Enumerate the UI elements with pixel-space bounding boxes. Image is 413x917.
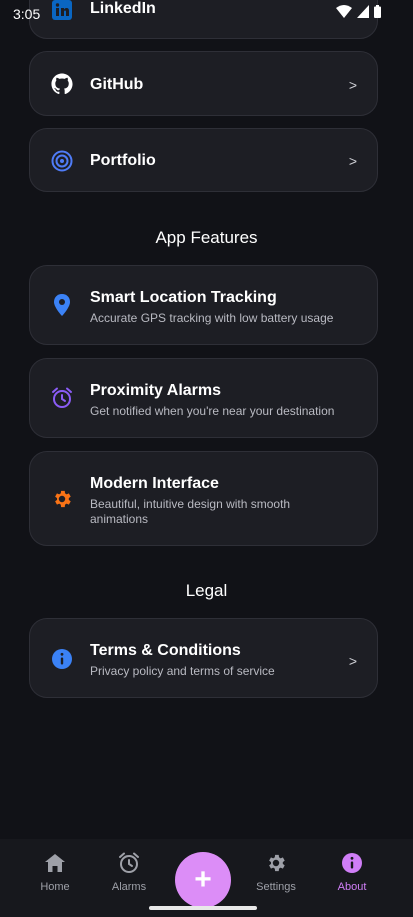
status-time: 3:05 [13, 6, 41, 22]
feature-card-location[interactable]: Smart Location Tracking Accurate GPS tra… [29, 265, 378, 345]
target-icon [51, 150, 73, 172]
chevron-right-icon: > [348, 77, 357, 93]
feature-title: Smart Location Tracking [90, 289, 277, 306]
gear-icon [51, 488, 73, 510]
link-card-portfolio[interactable]: Portfolio > [29, 128, 378, 192]
nav-item-settings[interactable]: Settings [246, 851, 306, 893]
nav-label: Home [40, 881, 70, 893]
status-bar: 3:05 [0, 0, 413, 28]
nav-label: About [337, 881, 367, 893]
legal-subtitle: Privacy policy and terms of service [90, 664, 275, 678]
nav-label: Settings [256, 881, 296, 893]
feature-subtitle: Accurate GPS tracking with low battery u… [90, 311, 334, 325]
nav-item-about[interactable]: About [322, 851, 382, 893]
feature-card-alarms[interactable]: Proximity Alarms Get notified when you'r… [29, 358, 378, 438]
home-indicator[interactable] [149, 906, 257, 910]
info-icon [51, 648, 73, 670]
status-icons [336, 5, 381, 23]
nav-item-alarms[interactable]: Alarms [99, 851, 159, 893]
feature-title: Modern Interface [90, 475, 219, 492]
legal-card-terms[interactable]: Terms & Conditions Privacy policy and te… [29, 618, 378, 698]
wifi-icon [336, 5, 352, 23]
feature-subtitle: Get notified when you're near your desti… [90, 404, 335, 418]
nav-label: Alarms [111, 881, 147, 893]
add-alarm-button[interactable]: + [175, 852, 231, 908]
github-icon [51, 73, 73, 95]
alarm-clock-icon [51, 387, 73, 409]
location-pin-icon [51, 294, 73, 316]
plus-icon: + [194, 863, 212, 896]
signal-icon [357, 5, 369, 23]
info-icon [322, 851, 382, 875]
link-label: GitHub [90, 76, 144, 93]
nav-item-home[interactable]: Home [25, 851, 85, 893]
feature-card-interface[interactable]: Modern Interface Beautiful, intuitive de… [29, 451, 378, 546]
legal-title: Terms & Conditions [90, 642, 241, 659]
feature-subtitle: Beautiful, intuitive design with smooth … [90, 497, 291, 526]
alarm-clock-icon [99, 851, 159, 875]
home-icon [25, 851, 85, 875]
section-title-legal: Legal [185, 581, 228, 600]
feature-title: Proximity Alarms [90, 382, 222, 399]
section-title-app-features: App Features [155, 228, 258, 247]
chevron-right-icon: > [348, 153, 357, 169]
gear-icon [246, 851, 306, 875]
battery-icon [374, 5, 381, 23]
link-label: Portfolio [90, 152, 156, 169]
link-card-github[interactable]: GitHub > [29, 51, 378, 116]
chevron-right-icon: > [348, 653, 357, 669]
